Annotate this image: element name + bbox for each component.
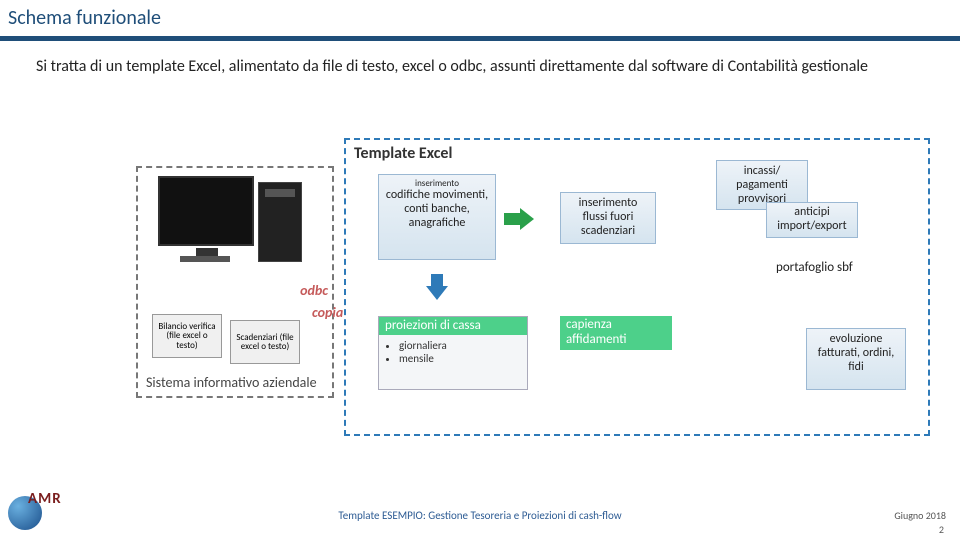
date-label: Giugno 2018 <box>894 509 946 522</box>
system-label: Sistema informativo aziendale <box>146 375 317 390</box>
template-title: Template Excel <box>354 144 452 163</box>
copia-label: copia <box>312 304 343 321</box>
step-flussi: inserimento flussi fuori scadenziari <box>560 192 656 244</box>
step-codifiche: inserimento codifiche movimenti, conti b… <box>378 174 496 260</box>
projections-list: giornaliera mensile <box>379 335 527 369</box>
monitor-base-icon <box>180 256 230 262</box>
slide-title: Schema funzionale <box>0 0 960 32</box>
projections-box: proiezioni di cassa giornaliera mensile <box>378 316 528 390</box>
monitor-icon <box>158 176 254 246</box>
projections-title: proiezioni di cassa <box>379 317 527 335</box>
computer-icon <box>158 176 314 282</box>
file-box-scadenziari: Scadenziari (file excel o testo) <box>230 320 300 364</box>
capienza-box: capienza affidamenti <box>560 316 672 350</box>
step-anticipi: anticipi import/export <box>766 202 858 238</box>
arrow-right-icon <box>504 208 538 230</box>
step-codifiche-text: codifiche movimenti, conti banche, anagr… <box>385 189 489 230</box>
template-box: Template Excel copia inserimento codific… <box>344 138 930 436</box>
arrow-down-icon <box>426 274 448 304</box>
footer-text: Template ESEMPIO: Gestione Tesoreria e P… <box>0 509 960 522</box>
list-item: mensile <box>399 352 523 365</box>
tower-icon <box>258 182 302 262</box>
system-box: odbc Bilancio verifica (file excel o tes… <box>136 166 334 398</box>
page-number: 2 <box>939 523 944 536</box>
list-item: giornaliera <box>399 339 523 352</box>
diagram-area: odbc Bilancio verifica (file excel o tes… <box>136 138 930 436</box>
file-box-bilancio: Bilancio verifica (file excel o testo) <box>152 314 222 358</box>
odbc-label: odbc <box>300 282 328 299</box>
description-text: Si tratta di un template Excel, alimenta… <box>0 41 960 88</box>
logo-text: AMR <box>28 490 62 508</box>
step-evoluzione: evoluzione fatturati, ordini, fidi <box>806 328 906 390</box>
step-portafoglio: portafoglio sbf <box>776 260 853 275</box>
